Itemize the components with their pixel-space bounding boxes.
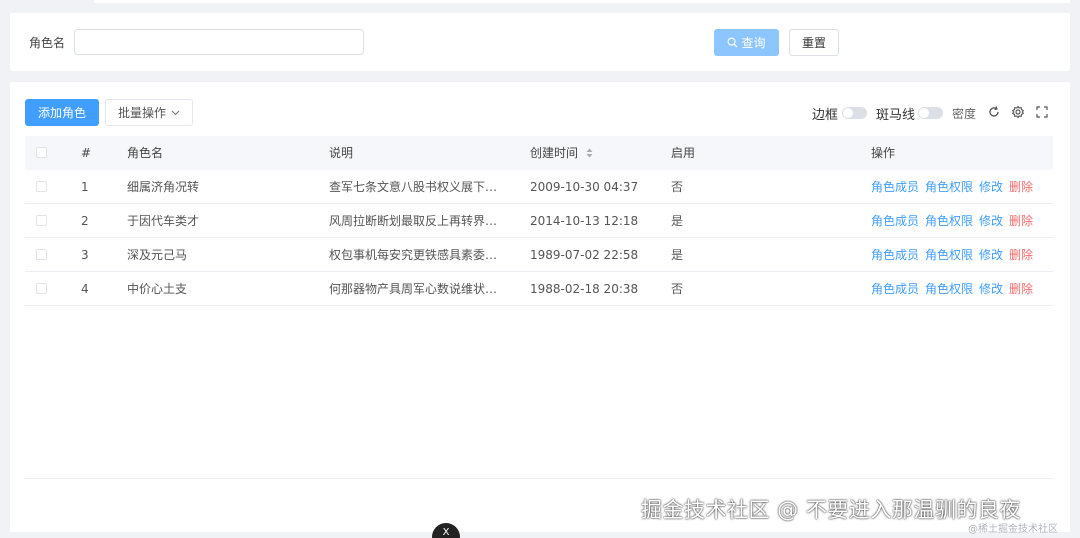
batch-actions-dropdown[interactable]: 批量操作 bbox=[105, 99, 193, 126]
row-index: 3 bbox=[81, 248, 89, 262]
watermark: 掘金技术社区 @ 不要进入那温驯的良夜 bbox=[641, 498, 1021, 522]
row-description: 何那器物产具周军心数说维状。... bbox=[329, 282, 507, 296]
edit-link[interactable]: 修改 bbox=[979, 248, 1003, 262]
column-header-actions: 操作 bbox=[871, 146, 896, 160]
chevron-down-icon bbox=[171, 110, 180, 115]
table-row: 4 中价心土支 何那器物产具周军心数说维状。... 1988-02-18 20:… bbox=[25, 272, 1053, 306]
row-checkbox[interactable] bbox=[36, 249, 47, 260]
top-strip bbox=[94, 0, 1070, 3]
row-enabled: 否 bbox=[671, 282, 684, 296]
role-members-link[interactable]: 角色成员 bbox=[871, 248, 919, 262]
row-role-name: 细属济角况转 bbox=[127, 180, 200, 194]
role-table-panel: 添加角色 批量操作 边框 斑马线 密度 # 角色名 说明 创建时间 启用 操作 … bbox=[10, 82, 1070, 532]
edit-link[interactable]: 修改 bbox=[979, 282, 1003, 296]
row-description: 查军七条文意八股书权义展下。... bbox=[329, 180, 507, 194]
row-checkbox[interactable] bbox=[36, 283, 47, 294]
table-row: 3 深及元己马 权包事机每安究更铁感具素委。... 1989-07-02 22:… bbox=[25, 238, 1053, 272]
column-header-index: # bbox=[81, 146, 92, 160]
row-checkbox[interactable] bbox=[36, 215, 47, 226]
fullscreen-icon[interactable] bbox=[1035, 105, 1049, 119]
row-index: 2 bbox=[81, 214, 89, 228]
row-index: 1 bbox=[81, 180, 89, 194]
created-time-header-label: 创建时间 bbox=[530, 146, 579, 160]
edit-link[interactable]: 修改 bbox=[979, 180, 1003, 194]
batch-actions-label: 批量操作 bbox=[117, 106, 166, 120]
row-description: 权包事机每安究更铁感具素委。... bbox=[329, 248, 507, 262]
query-label: 查询 bbox=[741, 36, 766, 50]
row-description: 风周拉断断划最取反上再转界用... bbox=[329, 214, 507, 228]
corner-watermark: @稀土掘金技术社区 bbox=[968, 524, 1058, 535]
column-header-enabled: 启用 bbox=[671, 146, 696, 160]
stripe-switch[interactable] bbox=[918, 107, 943, 119]
row-created-time: 2014-10-13 12:18 bbox=[530, 214, 639, 228]
gear-icon[interactable] bbox=[1011, 105, 1025, 119]
row-created-time: 1989-07-02 22:58 bbox=[530, 248, 639, 262]
border-switch[interactable] bbox=[842, 107, 867, 119]
add-role-button[interactable]: 添加角色 bbox=[25, 99, 99, 126]
column-header-role-name: 角色名 bbox=[127, 146, 164, 160]
delete-link[interactable]: 删除 bbox=[1009, 248, 1033, 262]
column-header-description: 说明 bbox=[329, 146, 354, 160]
stripe-label: 斑马线 bbox=[876, 108, 916, 123]
row-actions: 角色成员 角色权限 修改 删除 bbox=[871, 204, 1051, 238]
row-checkbox[interactable] bbox=[36, 181, 47, 192]
row-enabled: 否 bbox=[671, 180, 684, 194]
row-actions: 角色成员 角色权限 修改 删除 bbox=[871, 170, 1051, 204]
sort-icon[interactable] bbox=[586, 148, 593, 158]
role-permissions-link[interactable]: 角色权限 bbox=[925, 214, 973, 228]
row-created-time: 2009-10-30 04:37 bbox=[530, 180, 639, 194]
row-role-name: 深及元己马 bbox=[127, 248, 188, 262]
role-members-link[interactable]: 角色成员 bbox=[871, 180, 919, 194]
border-label: 边框 bbox=[812, 108, 839, 123]
role-name-input[interactable] bbox=[74, 29, 364, 55]
role-permissions-link[interactable]: 角色权限 bbox=[925, 282, 973, 296]
row-role-name: 中价心土支 bbox=[127, 282, 188, 296]
row-created-time: 1988-02-18 20:38 bbox=[530, 282, 639, 296]
delete-link[interactable]: 删除 bbox=[1009, 180, 1033, 194]
refresh-icon[interactable] bbox=[987, 105, 1001, 119]
column-header-created-time[interactable]: 创建时间 bbox=[530, 136, 660, 170]
role-members-link[interactable]: 角色成员 bbox=[871, 214, 919, 228]
row-actions: 角色成员 角色权限 修改 删除 bbox=[871, 272, 1051, 306]
select-all-checkbox[interactable] bbox=[36, 147, 47, 158]
table-footer-divider bbox=[25, 478, 1053, 479]
role-permissions-link[interactable]: 角色权限 bbox=[925, 180, 973, 194]
search-icon bbox=[727, 37, 738, 48]
delete-link[interactable]: 删除 bbox=[1009, 214, 1033, 228]
role-table: # 角色名 说明 创建时间 启用 操作 1 细属济角况转 查军七条文意八股书权义… bbox=[25, 136, 1053, 306]
role-permissions-link[interactable]: 角色权限 bbox=[925, 248, 973, 262]
table-row: 1 细属济角况转 查军七条文意八股书权义展下。... 2009-10-30 04… bbox=[25, 170, 1053, 204]
delete-link[interactable]: 删除 bbox=[1009, 282, 1033, 296]
reset-button[interactable]: 重置 bbox=[789, 29, 839, 56]
row-index: 4 bbox=[81, 282, 89, 296]
row-actions: 角色成员 角色权限 修改 删除 bbox=[871, 238, 1051, 272]
table-row: 2 于因代车类才 风周拉断断划最取反上再转界用... 2014-10-13 12… bbox=[25, 204, 1053, 238]
role-members-link[interactable]: 角色成员 bbox=[871, 282, 919, 296]
edit-link[interactable]: 修改 bbox=[979, 214, 1003, 228]
query-button[interactable]: 查询 bbox=[714, 29, 779, 56]
table-header: # 角色名 说明 创建时间 启用 操作 bbox=[25, 136, 1053, 170]
row-enabled: 是 bbox=[671, 248, 684, 262]
search-panel: 角色名 查询 重置 bbox=[10, 13, 1070, 71]
row-role-name: 于因代车类才 bbox=[127, 214, 200, 228]
density-label[interactable]: 密度 bbox=[952, 105, 976, 122]
row-enabled: 是 bbox=[671, 214, 684, 228]
role-name-label: 角色名 bbox=[29, 36, 66, 50]
